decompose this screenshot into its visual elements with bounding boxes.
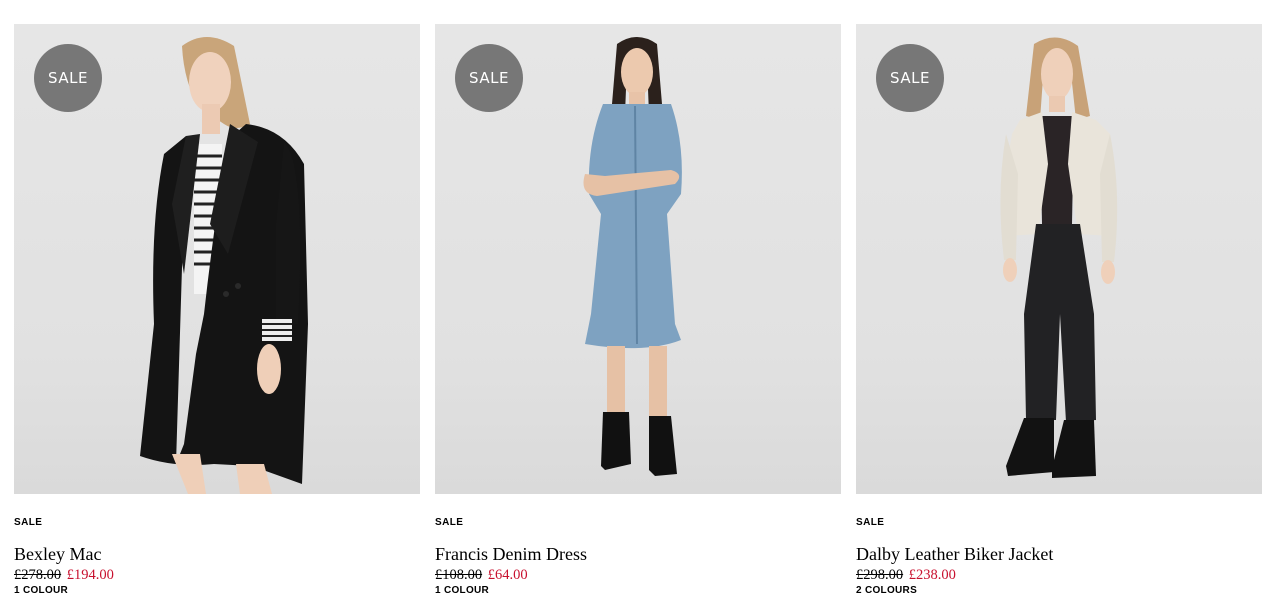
- product-grid: SALE SALE Bexley Mac £278.00 £194.00 1 C…: [14, 24, 1262, 597]
- product-prices: £298.00 £238.00: [856, 566, 1262, 584]
- original-price: £298.00: [856, 567, 904, 583]
- sale-badge: SALE: [876, 44, 944, 112]
- sale-price: £194.00: [66, 567, 114, 583]
- original-price: £278.00: [14, 567, 62, 583]
- product-tag: SALE: [14, 517, 43, 528]
- product-prices: £108.00 £64.00: [435, 566, 841, 584]
- product-image[interactable]: SALE: [856, 24, 1262, 494]
- colour-count[interactable]: 1 COLOUR: [14, 585, 420, 597]
- original-price: £108.00: [435, 567, 483, 583]
- sale-badge: SALE: [34, 44, 102, 112]
- sale-price: £238.00: [908, 567, 956, 583]
- product-name[interactable]: Francis Denim Dress: [435, 543, 841, 565]
- colour-count[interactable]: 1 COLOUR: [435, 585, 841, 597]
- product-name[interactable]: Bexley Mac: [14, 543, 420, 565]
- sale-price: £64.00: [487, 567, 528, 583]
- product-image[interactable]: SALE: [14, 24, 420, 494]
- product-card[interactable]: SALE SALE Bexley Mac £278.00 £194.00 1 C…: [14, 24, 420, 597]
- sale-badge: SALE: [455, 44, 523, 112]
- product-prices: £278.00 £194.00: [14, 566, 420, 584]
- colour-count[interactable]: 2 COLOURS: [856, 585, 1262, 597]
- product-card[interactable]: SALE SALE Dalby Leather Biker Jacket £29…: [856, 24, 1262, 597]
- product-tag: SALE: [856, 517, 885, 528]
- product-card[interactable]: SALE SALE Francis Denim Dress £108.00 £6…: [435, 24, 841, 597]
- product-image[interactable]: SALE: [435, 24, 841, 494]
- product-name[interactable]: Dalby Leather Biker Jacket: [856, 543, 1262, 565]
- product-tag: SALE: [435, 517, 464, 528]
